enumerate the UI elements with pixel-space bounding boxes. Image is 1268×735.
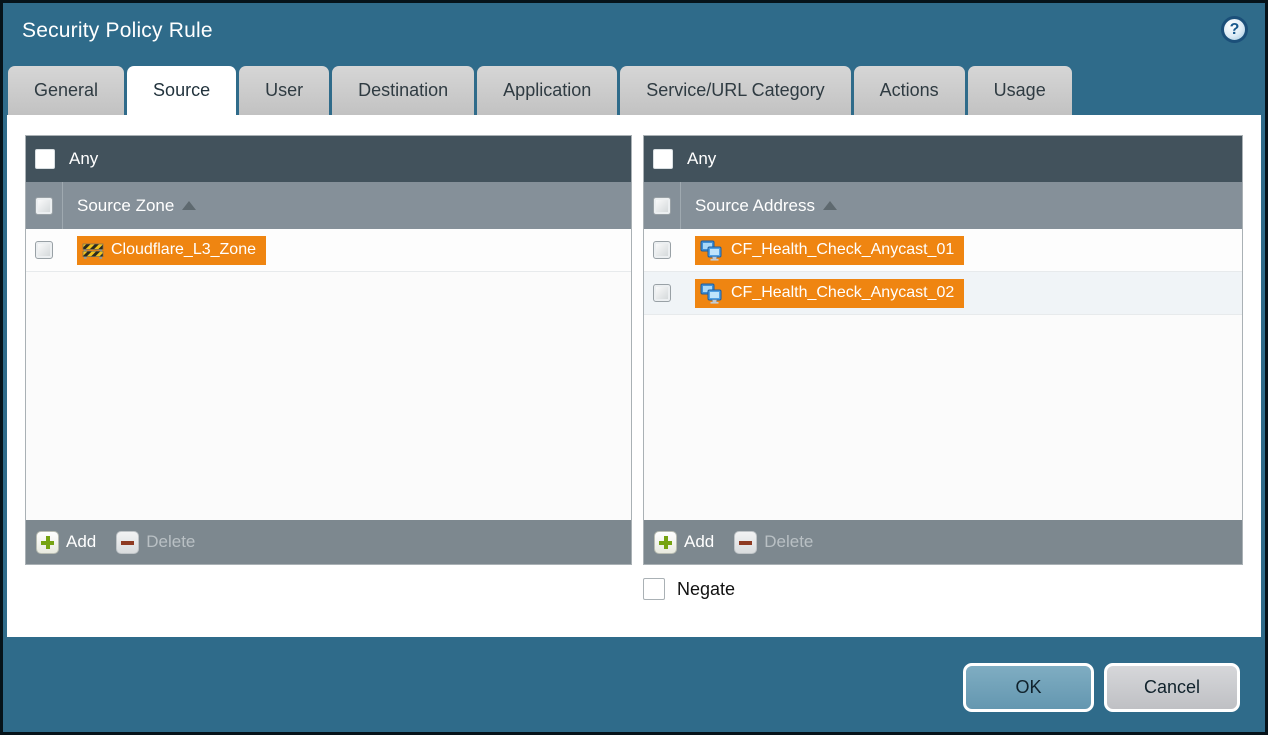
source-zone-column-header: Source Zone [26,182,631,229]
row-checkbox[interactable] [35,241,53,259]
list-item[interactable]: CF_Health_Check_Anycast_02 [644,272,1242,315]
ok-button[interactable]: OK [963,663,1094,712]
add-zone-button[interactable]: Add [36,531,96,554]
source-zone-toolbar: Add Delete [26,520,631,564]
sort-ascending-icon[interactable] [182,201,196,210]
zone-name: Cloudflare_L3_Zone [111,241,256,259]
row-checkbox[interactable] [653,241,671,259]
add-label: Add [66,532,96,552]
source-address-select-all-checkbox[interactable] [653,197,671,215]
source-address-any-checkbox[interactable] [653,149,673,169]
source-tab-content: Any Source Zone [7,115,1261,637]
source-address-panel: Any Source Address [643,135,1243,565]
sort-ascending-icon[interactable] [823,201,837,210]
tab-destination[interactable]: Destination [332,66,474,115]
add-label: Add [684,532,714,552]
list-item[interactable]: CF_Health_Check_Anycast_01 [644,229,1242,272]
source-address-toolbar: Add Delete [644,520,1242,564]
negate-checkbox[interactable] [643,578,665,600]
tab-bar: General Source User Destination Applicat… [8,66,1072,115]
negate-label: Negate [677,579,735,600]
tab-user[interactable]: User [239,66,329,115]
delete-label: Delete [764,532,813,552]
tab-source[interactable]: Source [127,66,236,115]
zone-chip[interactable]: Cloudflare_L3_Zone [77,236,266,265]
source-zone-any-label: Any [69,149,98,169]
minus-icon [734,531,757,554]
tab-general[interactable]: General [8,66,124,115]
source-address-any-label: Any [687,149,716,169]
source-address-column-label[interactable]: Source Address [695,196,815,216]
zone-icon [82,240,104,260]
negate-row: Negate [643,578,735,600]
plus-icon [654,531,677,554]
column-divider [62,182,63,229]
source-zone-list: Cloudflare_L3_Zone [26,229,631,520]
source-address-column-header: Source Address [644,182,1242,229]
delete-label: Delete [146,532,195,552]
dialog-titlebar: Security Policy Rule ? [3,3,1265,66]
dialog-title: Security Policy Rule [22,19,213,43]
minus-icon [116,531,139,554]
source-address-any-row: Any [644,136,1242,182]
address-name: CF_Health_Check_Anycast_01 [731,241,954,259]
address-chip[interactable]: CF_Health_Check_Anycast_02 [695,279,964,308]
address-icon [700,240,724,261]
tab-actions[interactable]: Actions [854,66,965,115]
tab-service-url-category[interactable]: Service/URL Category [620,66,850,115]
column-divider [680,182,681,229]
security-policy-rule-dialog: Security Policy Rule ? General Source Us… [3,3,1265,732]
address-name: CF_Health_Check_Anycast_02 [731,284,954,302]
source-address-list: CF_Health_Check_Anycast_01 [644,229,1242,520]
address-chip[interactable]: CF_Health_Check_Anycast_01 [695,236,964,265]
plus-icon [36,531,59,554]
add-address-button[interactable]: Add [654,531,714,554]
source-zone-any-row: Any [26,136,631,182]
list-item[interactable]: Cloudflare_L3_Zone [26,229,631,272]
address-icon [700,283,724,304]
source-zone-column-label[interactable]: Source Zone [77,196,174,216]
source-zone-panel: Any Source Zone [25,135,632,565]
source-zone-any-checkbox[interactable] [35,149,55,169]
cancel-button[interactable]: Cancel [1104,663,1240,712]
delete-zone-button[interactable]: Delete [96,531,195,554]
row-checkbox[interactable] [653,284,671,302]
tab-usage[interactable]: Usage [968,66,1072,115]
tab-application[interactable]: Application [477,66,617,115]
help-icon[interactable]: ? [1221,16,1248,43]
delete-address-button[interactable]: Delete [714,531,813,554]
source-zone-select-all-checkbox[interactable] [35,197,53,215]
